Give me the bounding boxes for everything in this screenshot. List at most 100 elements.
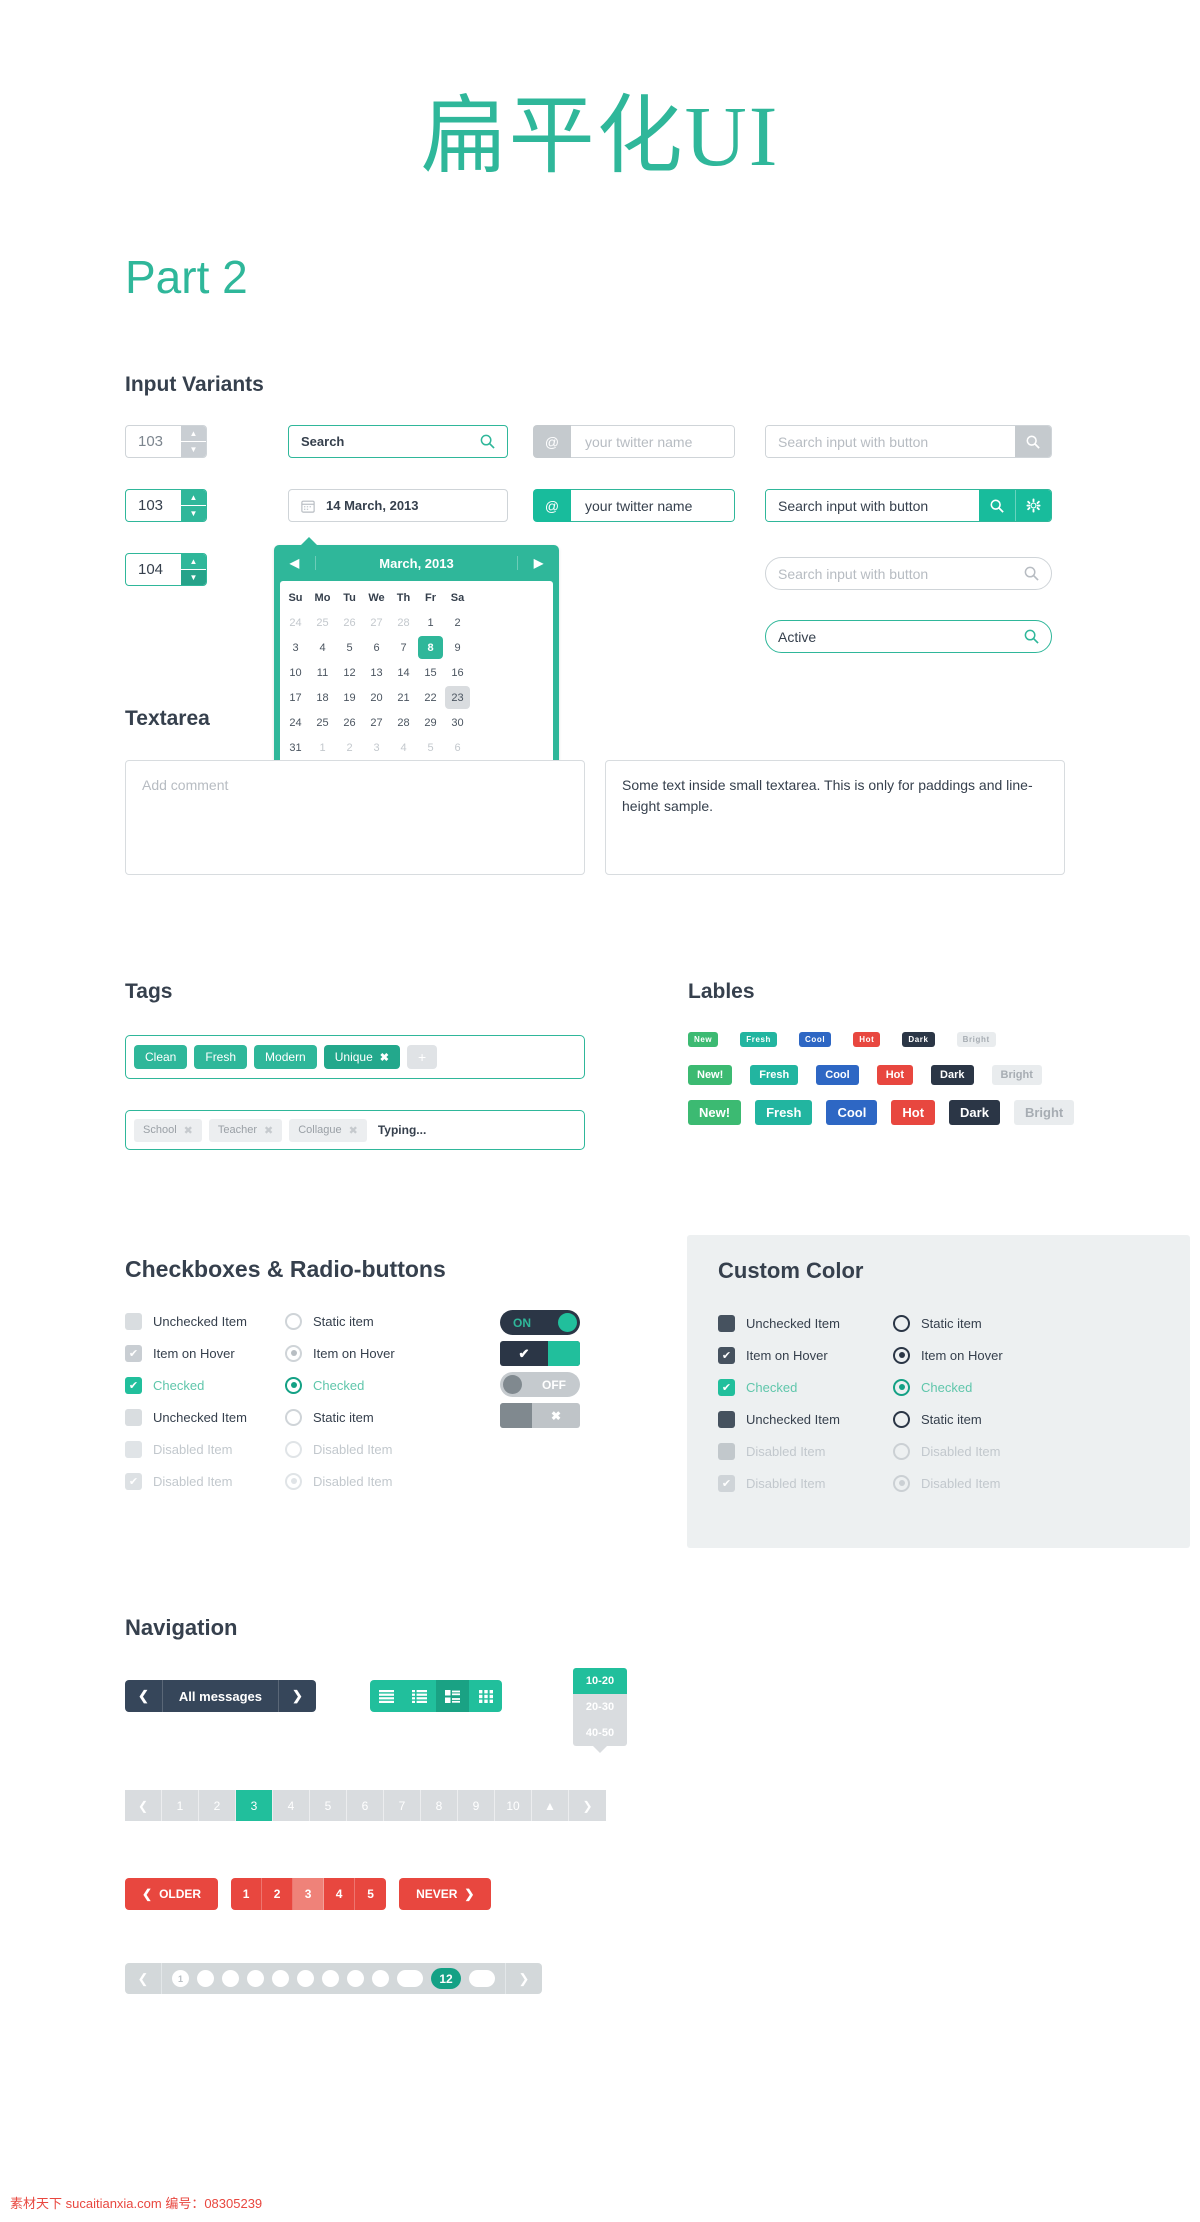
stepper-arrows[interactable]: ▲ ▼: [181, 426, 206, 457]
red-page[interactable]: 1: [231, 1878, 263, 1910]
dropdown-option[interactable]: 40-50: [573, 1720, 627, 1746]
pagination-page[interactable]: 7: [384, 1790, 421, 1821]
datepicker-day[interactable]: 3: [283, 636, 308, 659]
datepicker-day[interactable]: 6: [364, 636, 389, 659]
checkbox-row[interactable]: ✔ Disabled Item: [125, 1470, 247, 1492]
twitter-input-teal[interactable]: @ your twitter name: [533, 489, 735, 522]
range-dropdown[interactable]: 10-20 20-30 40-50: [573, 1668, 627, 1753]
number-stepper-2[interactable]: 103 ▲ ▼: [125, 489, 207, 522]
checkbox-disabled[interactable]: [125, 1440, 142, 1458]
checkbox-row[interactable]: ✔ Checked: [125, 1374, 247, 1396]
checkbox-hover[interactable]: ✔: [125, 1344, 142, 1362]
radio-checked[interactable]: [285, 1376, 302, 1394]
datepicker-day[interactable]: 24: [283, 611, 308, 634]
toggle-knob[interactable]: [548, 1341, 580, 1366]
checkbox-row[interactable]: Unchecked Item: [718, 1312, 840, 1334]
dot[interactable]: [469, 1970, 495, 1987]
search-icon[interactable]: [1024, 629, 1039, 644]
twitter-input-plain[interactable]: @ your twitter name: [533, 425, 735, 458]
datepicker-day[interactable]: 15: [418, 661, 443, 684]
datepicker-day[interactable]: 25: [310, 711, 335, 734]
datepicker-day[interactable]: 4: [391, 736, 416, 759]
radio-row[interactable]: Static item: [285, 1406, 395, 1428]
datepicker-day[interactable]: 30: [445, 711, 470, 734]
datepicker-day[interactable]: 17: [283, 686, 308, 709]
radio-row[interactable]: Disabled Item: [893, 1472, 1003, 1494]
radio-static[interactable]: [285, 1408, 302, 1426]
datepicker[interactable]: ◀ March, 2013 ▶ Su Mo Tu We Th Fr Sa 24 25 26 27 2…: [274, 537, 559, 772]
detail-list-icon[interactable]: [403, 1680, 436, 1712]
dot[interactable]: [372, 1970, 389, 1987]
checkbox-row[interactable]: Unchecked Item: [125, 1310, 247, 1332]
radio-row[interactable]: Item on Hover: [893, 1344, 1003, 1366]
checkbox-row[interactable]: ✔ Checked: [718, 1376, 840, 1398]
checkbox-row[interactable]: Unchecked Item: [718, 1408, 840, 1430]
grid-view-icon[interactable]: [469, 1680, 502, 1712]
checkbox-row[interactable]: Unchecked Item: [125, 1406, 247, 1428]
add-tag-button[interactable]: +: [406, 1045, 438, 1069]
datepicker-day[interactable]: 5: [418, 736, 443, 759]
stepper-up-icon[interactable]: ▲: [181, 426, 206, 442]
checkbox-checked[interactable]: ✔: [125, 1376, 142, 1394]
datepicker-day[interactable]: 2: [337, 736, 362, 759]
pagination-grey[interactable]: ❮ 1 2 3 4 5 6 7 8 9 10 ▲ ❯: [125, 1790, 606, 1821]
radio-disabled[interactable]: [893, 1442, 910, 1460]
radio-hover[interactable]: [285, 1344, 302, 1362]
checkbox-row[interactable]: ✔ Item on Hover: [718, 1344, 840, 1366]
pagination-page[interactable]: 5: [310, 1790, 347, 1821]
search-icon[interactable]: [1024, 566, 1039, 581]
tag-chip[interactable]: Clean: [134, 1045, 188, 1069]
datepicker-day[interactable]: 31: [283, 736, 308, 759]
gear-icon[interactable]: [1015, 490, 1051, 521]
nav-label[interactable]: All messages: [161, 1680, 280, 1712]
dot[interactable]: [197, 1970, 214, 1987]
pagination-page[interactable]: 9: [458, 1790, 495, 1821]
radio-disabled[interactable]: [285, 1440, 302, 1458]
red-page[interactable]: 5: [355, 1878, 387, 1910]
pagination-page[interactable]: 10: [495, 1790, 532, 1821]
red-page-numbers[interactable]: 12345: [231, 1878, 387, 1910]
stepper-down-icon[interactable]: ▼: [181, 442, 206, 457]
tag-chip[interactable]: Unique ✖: [323, 1045, 400, 1069]
tag-input-row-1[interactable]: Clean Fresh Modern Unique ✖ +: [125, 1035, 585, 1079]
radio-row[interactable]: Disabled Item: [285, 1470, 395, 1492]
tag-chip[interactable]: Modern: [254, 1045, 317, 1069]
datepicker-day[interactable]: 1: [418, 611, 443, 634]
pagination-page[interactable]: 3: [236, 1790, 273, 1821]
search-with-buttons-teal[interactable]: Search input with button: [765, 489, 1052, 522]
older-button[interactable]: ❮ OLDER: [125, 1878, 219, 1910]
all-messages-nav[interactable]: ❮ All messages ❯: [125, 1680, 316, 1712]
search-input-active[interactable]: Active: [765, 620, 1052, 653]
stepper-up-icon[interactable]: ▲: [181, 554, 206, 570]
checkbox-unchecked[interactable]: [718, 1314, 735, 1332]
checkbox-disabled[interactable]: [718, 1442, 735, 1460]
search-button[interactable]: [979, 490, 1015, 521]
datepicker-day[interactable]: 5: [337, 636, 362, 659]
checkbox-unchecked[interactable]: [718, 1410, 735, 1428]
tag-chip-muted[interactable]: Collague ✖: [289, 1118, 367, 1142]
pagination-red[interactable]: ❮ OLDER 12345 NEVER ❯: [125, 1878, 492, 1910]
nav-prev-icon[interactable]: ❮: [125, 1680, 162, 1712]
red-page[interactable]: 4: [324, 1878, 356, 1910]
search-input-rounded[interactable]: Search input with button: [765, 557, 1052, 590]
dropdown-selected[interactable]: 10-20: [573, 1668, 627, 1694]
datepicker-day[interactable]: 10: [283, 661, 308, 684]
close-icon[interactable]: ✖: [349, 1124, 358, 1137]
toggle-knob[interactable]: [558, 1313, 577, 1332]
pagination-page[interactable]: 6: [347, 1790, 384, 1821]
pagination-page[interactable]: 4: [273, 1790, 310, 1821]
radio-static[interactable]: [285, 1312, 302, 1330]
pagination-next[interactable]: ❯: [569, 1790, 606, 1821]
datepicker-next-icon[interactable]: ▶: [517, 556, 559, 570]
datepicker-day[interactable]: 28: [391, 611, 416, 634]
pagination-page[interactable]: 1: [162, 1790, 199, 1821]
radio-row[interactable]: Item on Hover: [285, 1342, 395, 1364]
radio-static[interactable]: [893, 1410, 910, 1428]
stepper-arrows[interactable]: ▲ ▼: [181, 490, 206, 521]
toggle-knob[interactable]: [503, 1375, 522, 1394]
datepicker-day[interactable]: 16: [445, 661, 470, 684]
datepicker-day[interactable]: 26: [337, 611, 362, 634]
stepper-arrows[interactable]: ▲ ▼: [181, 554, 206, 585]
checkbox-unchecked[interactable]: [125, 1312, 142, 1330]
radio-row[interactable]: Checked: [285, 1374, 395, 1396]
